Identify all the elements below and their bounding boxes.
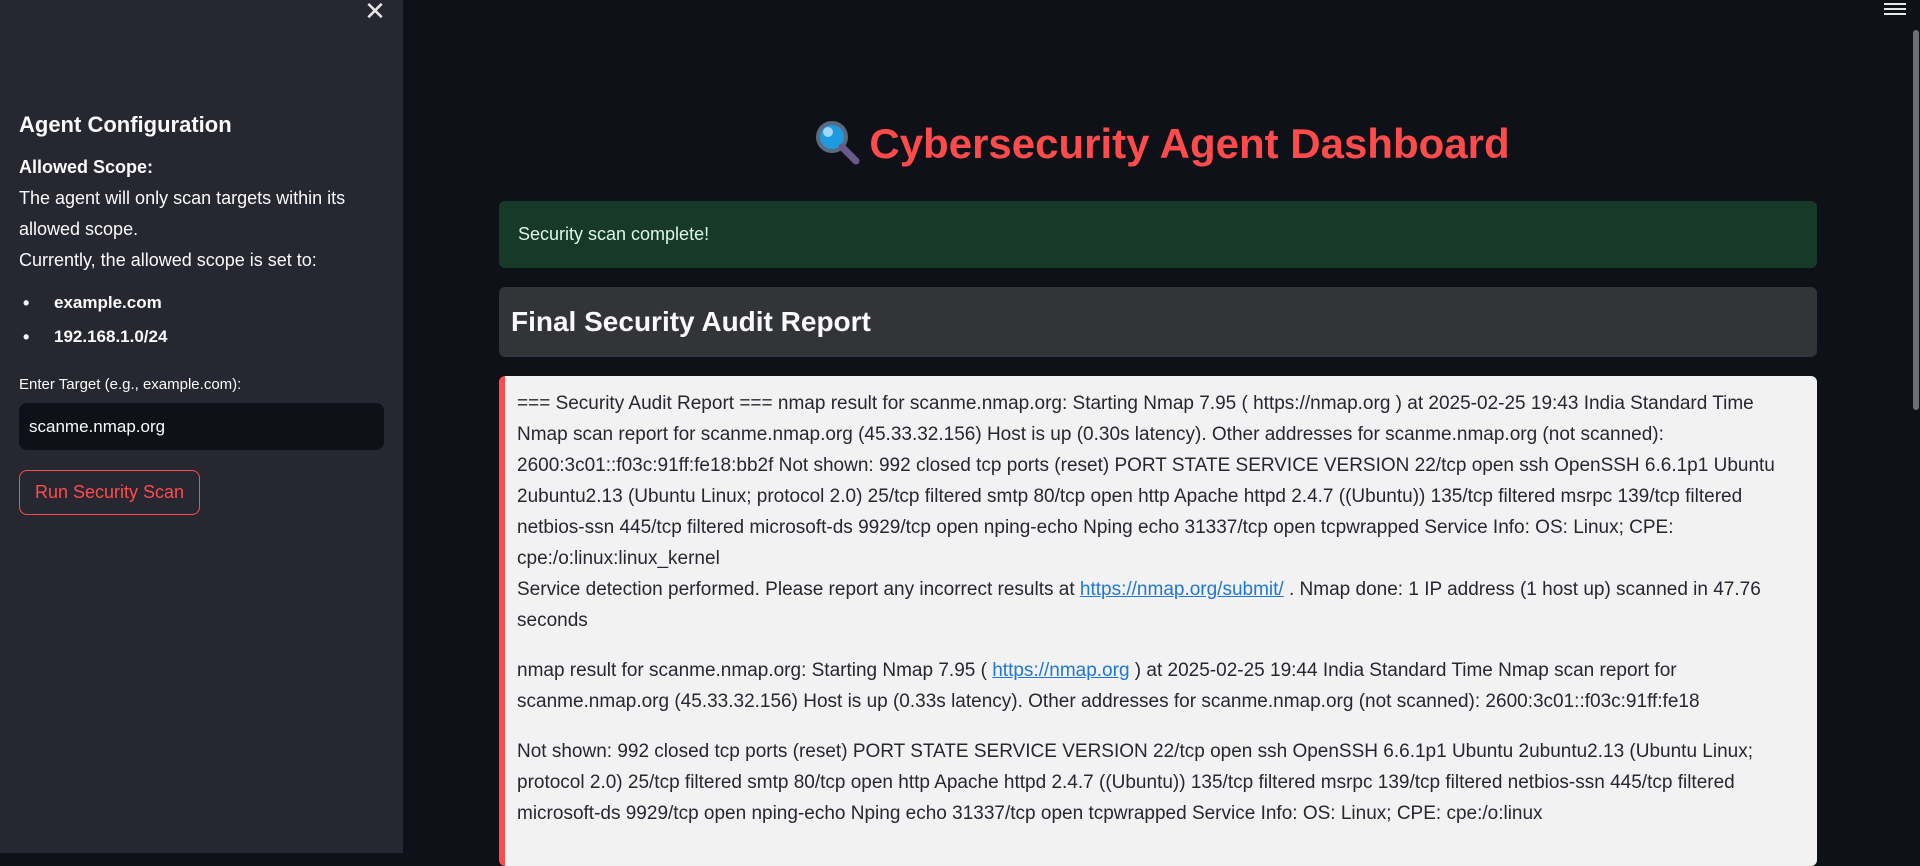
hamburger-menu-icon[interactable] bbox=[1884, 0, 1906, 18]
sidebar-title: Agent Configuration bbox=[19, 112, 232, 137]
report-paragraph: === Security Audit Report === nmap resul… bbox=[517, 393, 1775, 631]
page-title: Cybersecurity Agent Dashboard bbox=[403, 118, 1920, 168]
report-paragraph: Not shown: 992 closed tcp ports (reset) … bbox=[517, 741, 1754, 824]
nmap-submit-link[interactable]: https://nmap.org/submit/ bbox=[1080, 579, 1284, 600]
report-heading: Final Security Audit Report bbox=[499, 287, 1817, 357]
target-label: Enter Target (e.g., example.com): bbox=[19, 376, 242, 393]
close-icon[interactable]: ✕ bbox=[363, 0, 387, 24]
target-input[interactable] bbox=[19, 403, 384, 450]
scope-item: • example.com bbox=[23, 293, 162, 313]
run-security-scan-button[interactable]: Run Security Scan bbox=[19, 470, 201, 515]
sidebar: ✕ Agent Configuration Allowed Scope: The… bbox=[0, 0, 403, 853]
report-paragraph: nmap result for scanme.nmap.org: Startin… bbox=[517, 660, 1700, 712]
scope-description: Allowed Scope: The agent will only scan … bbox=[19, 152, 384, 276]
magnifying-glass-icon bbox=[816, 121, 860, 165]
sidebar-content: Agent Configuration Allowed Scope: The a… bbox=[19, 112, 384, 515]
nmap-link[interactable]: https://nmap.org bbox=[992, 660, 1129, 681]
scope-list: • example.com • 192.168.1.0/24 bbox=[19, 286, 384, 354]
scope-text-2: Currently, the allowed scope is set to: bbox=[19, 250, 317, 270]
scope-label: Allowed Scope: bbox=[19, 157, 154, 177]
success-alert: Security scan complete! bbox=[499, 201, 1817, 268]
scope-text-1: The agent will only scan targets within … bbox=[19, 188, 346, 239]
scope-item: • 192.168.1.0/24 bbox=[23, 327, 168, 347]
page-title-text: Cybersecurity Agent Dashboard bbox=[869, 120, 1510, 167]
scrollbar-thumb[interactable] bbox=[1913, 30, 1919, 410]
report-body: === Security Audit Report === nmap resul… bbox=[499, 376, 1817, 866]
